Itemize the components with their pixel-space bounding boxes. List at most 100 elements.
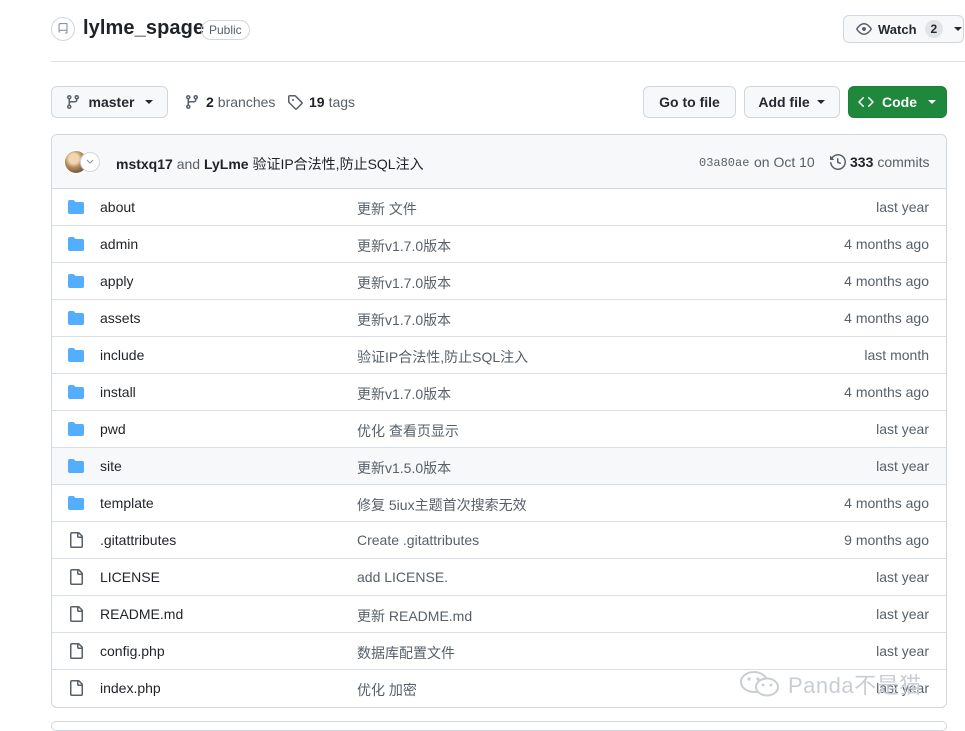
file-name-link[interactable]: about (100, 199, 135, 215)
file-name-link[interactable]: template (100, 495, 154, 511)
file-row[interactable]: pwd 优化 查看页显示 last year (52, 410, 946, 447)
file-commit-message-link[interactable]: 更新v1.5.0版本 (357, 458, 451, 478)
file-name-link[interactable]: include (100, 347, 144, 363)
file-commit-message-link[interactable]: 数据库配置文件 (357, 643, 455, 663)
tags-label: tags (328, 94, 356, 110)
watch-count: 2 (924, 20, 944, 38)
watermark: Panda不是猫 (738, 666, 922, 702)
file-name-link[interactable]: assets (100, 310, 140, 326)
folder-icon (68, 273, 84, 289)
code-icon (858, 94, 874, 110)
file-row[interactable]: about 更新 文件 last year (52, 189, 946, 225)
code-button[interactable]: Code (848, 86, 947, 118)
file-commit-age: 4 months ago (844, 236, 929, 252)
file-list: about 更新 文件 last year admin 更新v1.7.0版本 4 mont… (52, 189, 946, 706)
file-name-link[interactable]: config.php (100, 643, 165, 659)
file-commit-age: last year (876, 569, 929, 585)
file-row[interactable]: include 验证IP合法性,防止SQL注入 last month (52, 336, 946, 373)
file-icon (68, 532, 84, 548)
commits-link[interactable]: 333 commits (830, 154, 929, 170)
repo-name-link[interactable]: lylme_spage (83, 17, 204, 40)
watch-button[interactable]: Watch 2 (843, 15, 964, 43)
file-commit-message-link[interactable]: 修复 5iux主题首次搜索无效 (357, 495, 527, 515)
file-row[interactable]: apply 更新v1.7.0版本 4 months ago (52, 262, 946, 299)
file-name-link[interactable]: .gitattributes (100, 532, 176, 548)
avatar[interactable] (80, 152, 100, 172)
go-to-file-button[interactable]: Go to file (643, 86, 736, 118)
file-name-link[interactable]: LICENSE (100, 569, 160, 585)
file-row[interactable]: site 更新v1.5.0版本 last year (52, 447, 946, 484)
file-name-link[interactable]: README.md (100, 606, 183, 622)
folder-icon (68, 236, 84, 252)
file-commit-message-link[interactable]: 更新v1.7.0版本 (357, 310, 451, 330)
file-commit-age: last year (876, 643, 929, 659)
file-row[interactable]: assets 更新v1.7.0版本 4 months ago (52, 299, 946, 336)
file-row[interactable]: .gitattributes Create .gitattributes 9 mon… (52, 521, 946, 558)
file-commit-message-link[interactable]: add LICENSE. (357, 569, 448, 585)
file-row[interactable]: template 修复 5iux主题首次搜索无效 4 months ago (52, 484, 946, 521)
repo-icon (51, 17, 75, 41)
git-branch-icon (184, 94, 200, 110)
add-file-label: Add file (758, 94, 810, 110)
file-name-link[interactable]: pwd (100, 421, 126, 437)
file-commit-message-link[interactable]: 优化 加密 (357, 680, 417, 700)
commits-count: 333 (850, 154, 874, 170)
repo-header: lylme_spage Public Watch 2 (51, 14, 965, 50)
file-commit-message-link[interactable]: 优化 查看页显示 (357, 421, 459, 441)
header-divider (51, 61, 965, 62)
git-branch-icon (65, 94, 81, 110)
file-commit-message-link[interactable]: 更新v1.7.0版本 (357, 273, 451, 293)
commit-message-link[interactable]: 验证IP合法性,防止SQL注入 (252, 156, 423, 172)
file-icon (68, 643, 84, 659)
commit-author-link[interactable]: LyLme (204, 156, 249, 172)
file-commit-age: 4 months ago (844, 495, 929, 511)
folder-icon (68, 199, 84, 215)
file-commit-message-link[interactable]: 更新v1.7.0版本 (357, 384, 451, 404)
code-label: Code (882, 94, 917, 110)
folder-icon (68, 310, 84, 326)
file-name-link[interactable]: install (100, 384, 136, 400)
file-row[interactable]: config.php 数据库配置文件 last year (52, 632, 946, 669)
commit-date: on Oct 10 (754, 154, 815, 170)
file-name-link[interactable]: admin (100, 236, 138, 252)
chevron-down-icon (816, 99, 826, 105)
file-row[interactable]: install 更新v1.7.0版本 4 months ago (52, 373, 946, 410)
folder-icon (68, 384, 84, 400)
branches-link[interactable]: 2 branches (184, 86, 275, 118)
commit-summary: mstxq17 and LyLme 验证IP合法性,防止SQL注入 (116, 154, 424, 174)
file-commit-message-link[interactable]: 更新 文件 (357, 199, 417, 219)
commit-avatars (64, 150, 104, 174)
commit-and-text: and (176, 156, 201, 172)
folder-icon (68, 421, 84, 437)
file-commit-age: 4 months ago (844, 384, 929, 400)
commit-sha-link[interactable]: 03a80ae (699, 156, 749, 170)
file-row[interactable]: admin 更新v1.7.0版本 4 months ago (52, 225, 946, 262)
branches-count: 2 (206, 94, 214, 110)
file-commit-message-link[interactable]: 更新 README.md (357, 606, 472, 626)
folder-icon (68, 347, 84, 363)
file-commit-message-link[interactable]: Create .gitattributes (357, 532, 479, 548)
branch-select-button[interactable]: master (51, 86, 168, 118)
tags-link[interactable]: 19 tags (287, 86, 355, 118)
eye-icon (856, 21, 872, 37)
file-commit-age: last month (864, 347, 929, 363)
file-commit-age: last year (876, 199, 929, 215)
chevron-down-icon (927, 99, 937, 105)
file-icon (68, 680, 84, 696)
tags-count: 19 (309, 94, 325, 110)
file-row[interactable]: LICENSE add LICENSE. last year (52, 558, 946, 595)
file-commit-message-link[interactable]: 更新v1.7.0版本 (357, 236, 451, 256)
file-commit-age: last year (876, 606, 929, 622)
commit-author-link[interactable]: mstxq17 (116, 156, 173, 172)
file-browser: mstxq17 and LyLme 验证IP合法性,防止SQL注入 03a80a… (51, 134, 947, 708)
branch-name: master (88, 94, 135, 110)
file-commit-message-link[interactable]: 验证IP合法性,防止SQL注入 (357, 347, 528, 367)
tag-icon (287, 94, 303, 110)
file-name-link[interactable]: index.php (100, 680, 161, 696)
add-file-button[interactable]: Add file (744, 86, 840, 118)
file-name-link[interactable]: apply (100, 273, 133, 289)
file-commit-age: 4 months ago (844, 310, 929, 326)
file-name-link[interactable]: site (100, 458, 122, 474)
chevron-down-icon (953, 26, 963, 32)
file-row[interactable]: README.md 更新 README.md last year (52, 595, 946, 632)
